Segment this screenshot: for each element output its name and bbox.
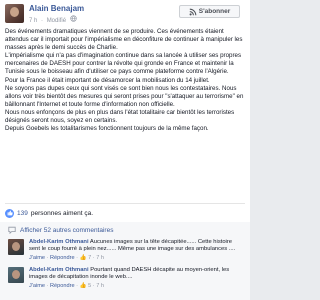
comment-age[interactable]: 7 h (96, 283, 104, 289)
post-paragraph: Pour la France il était important de dés… (5, 76, 210, 84)
likes-count[interactable]: 139 (17, 210, 28, 217)
comment-item: Abdel-Karim Othmani Aucunes images sur l… (8, 239, 244, 269)
commenter-avatar[interactable] (8, 267, 24, 283)
rss-icon (189, 8, 197, 15)
comment-like-icon: 👍 (79, 283, 87, 289)
subscribe-label: S'abonner (198, 8, 231, 15)
author-name[interactable]: Alain Benajam (29, 4, 84, 13)
post-paragraph: L'impérialisme qui n'a pas d'imagination… (5, 52, 242, 76)
likes-text: personnes aiment ça. (30, 209, 94, 217)
like-comment-link[interactable]: J'aime (29, 283, 45, 289)
post-body: Des événements dramatiques viennent de s… (5, 28, 247, 133)
previous-comments-label: Afficher 52 autres commentaires (20, 226, 114, 234)
comments-section: Afficher 52 autres commentaires Abdel-Ka… (0, 222, 250, 300)
reply-link[interactable]: Répondre (50, 283, 75, 289)
comment-actions: J'aime · Répondre · 👍 7 · 7 h (29, 255, 104, 261)
comment-age[interactable]: 7 h (96, 255, 104, 261)
comment-text: Abdel-Karim Othmani Aucunes images sur l… (29, 239, 243, 253)
post-paragraph: Depuis Goebels les totalitarismes foncti… (5, 125, 209, 133)
post-header: Alain Benajam 7 h · Modifié S'abonner (5, 4, 245, 24)
thumbs-up-icon (5, 208, 14, 218)
view-previous-comments[interactable]: Afficher 52 autres commentaires (8, 226, 113, 234)
post-meta: 7 h · Modifié (29, 15, 79, 24)
post-paragraph: Des événements dramatiques viennent de s… (5, 28, 243, 52)
like-comment-link[interactable]: J'aime (29, 255, 45, 261)
commenter-avatar[interactable] (8, 239, 24, 255)
comment-bubble-icon (8, 226, 16, 234)
author-avatar[interactable] (5, 4, 24, 23)
comment-like-count: 5 (88, 283, 92, 289)
comment-actions: J'aime · Répondre · 👍 5 · 7 h (29, 283, 104, 289)
post-paragraph: Nous nous enfonçons de plus en plus dans… (5, 108, 235, 125)
comment-like-count: 7 (88, 255, 92, 261)
commenter-name[interactable]: Abdel-Karim Othmani (29, 267, 89, 273)
post-card: Alain Benajam 7 h · Modifié S'abonner De… (0, 0, 250, 300)
subscribe-button[interactable]: S'abonner (179, 5, 240, 18)
post-paragraph: Ne soyons pas dupes ceux qui sont visés … (5, 84, 244, 108)
post-date[interactable]: 7 h (29, 18, 37, 24)
comment-text: Abdel-Karim Othmani Pourtant quand DAESH… (29, 267, 243, 281)
separator-dot: · (41, 18, 44, 24)
privacy-icon (70, 15, 77, 24)
commenter-name[interactable]: Abdel-Karim Othmani (29, 239, 89, 245)
divider (5, 203, 245, 204)
comment-like-icon: 👍 (79, 255, 87, 261)
edited-label[interactable]: Modifié (47, 18, 66, 24)
comment-item: Abdel-Karim Othmani Pourtant quand DAESH… (8, 267, 244, 297)
likes-summary[interactable]: 139 personnes aiment ça. (5, 207, 93, 219)
reply-link[interactable]: Répondre (50, 255, 75, 261)
